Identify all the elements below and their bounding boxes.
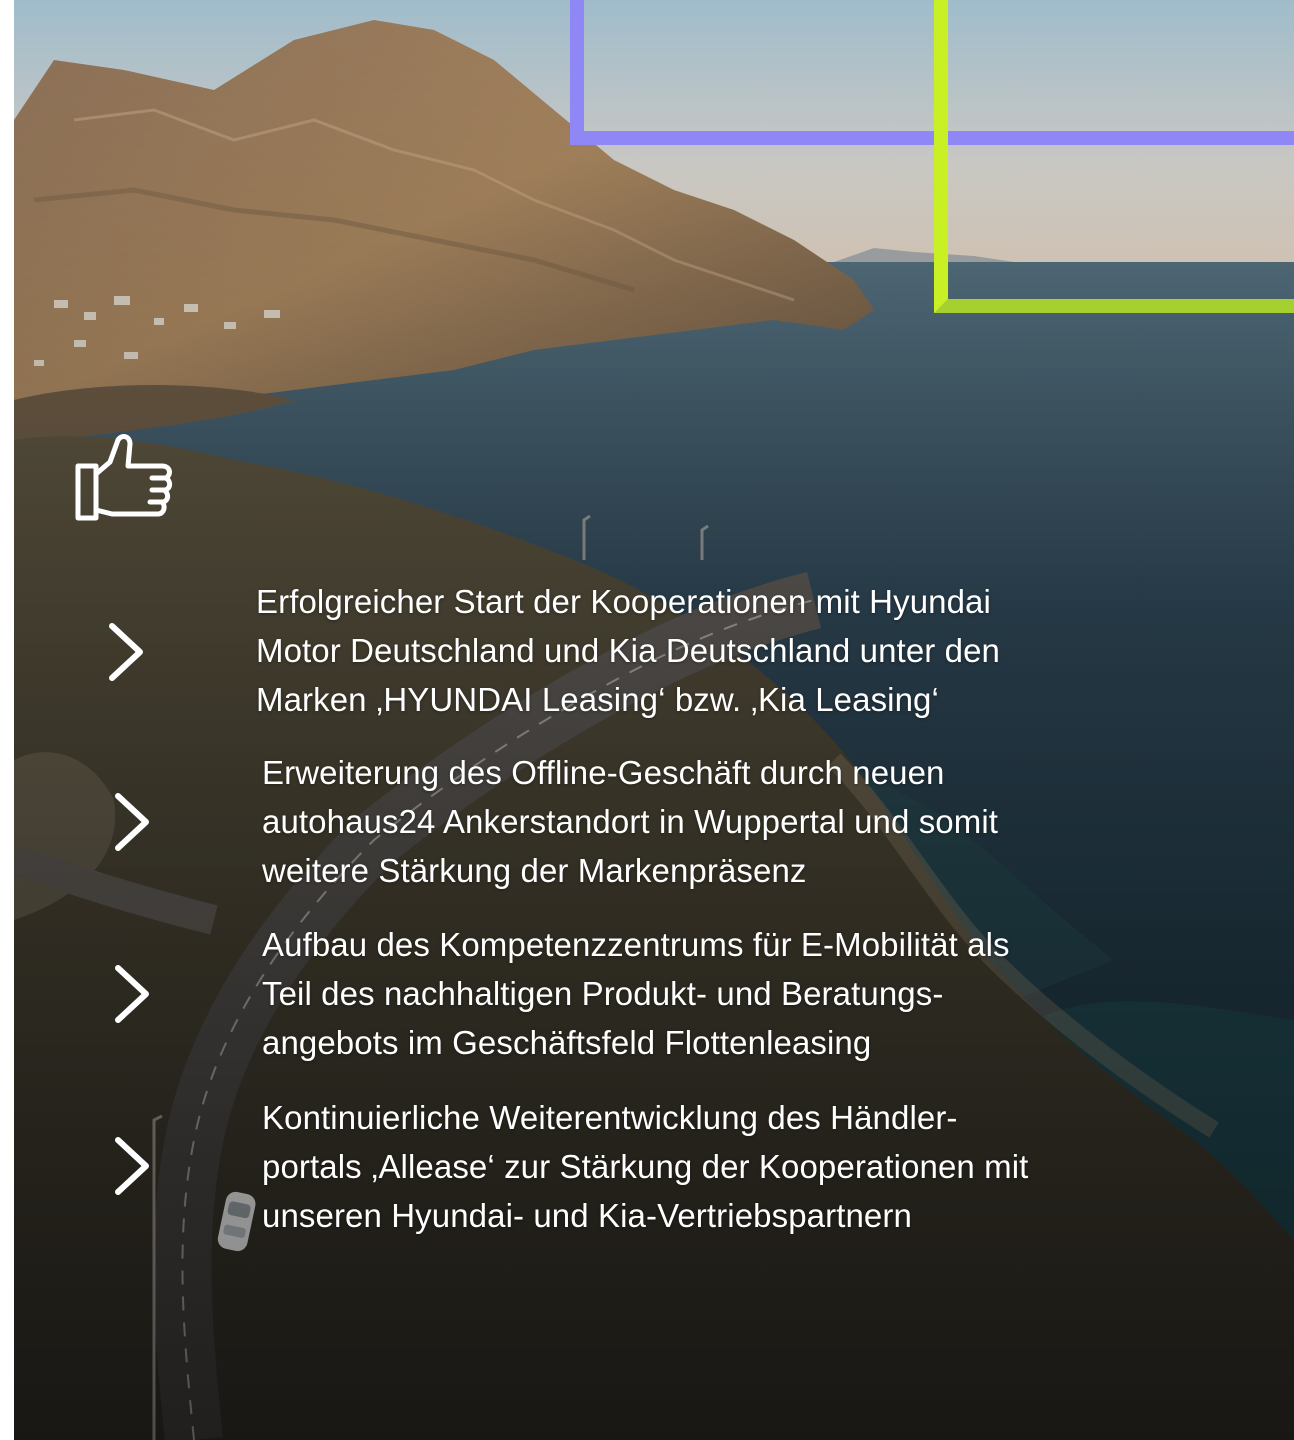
thumbs-up-icon (75, 434, 173, 521)
bullet-text: Kontinuierliche Weiterentwicklung des Hä… (262, 1099, 1029, 1234)
chevron-right-icon (115, 1137, 149, 1195)
bullet-text: Erweiterung des Offline-Geschäft durch n… (262, 754, 999, 889)
left-margin (0, 0, 14, 1440)
slide: Erfolgreicher Start der Kooperationen mi… (0, 0, 1294, 1440)
decorative-frame-green (934, 0, 1294, 313)
chevron-right-icon (115, 793, 149, 851)
chevron-right-icon (115, 965, 149, 1023)
chevron-right-icon (109, 623, 143, 681)
bullet-text: Aufbau des Kompetenzzentrums für E-Mobil… (262, 926, 1010, 1061)
bullet-text: Erfolgreicher Start der Kooperationen mi… (256, 583, 1000, 718)
